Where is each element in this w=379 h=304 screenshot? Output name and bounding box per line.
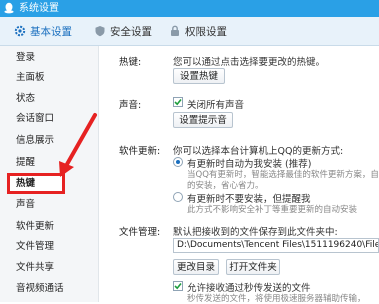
open-folder-button[interactable]: 打开文件夹 xyxy=(226,259,280,275)
sidebar-item-software-update[interactable]: 软件更新 xyxy=(0,217,98,237)
sidebar-item-info-display[interactable]: 信息展示 xyxy=(0,131,98,151)
save-path-field[interactable]: D:\Documents\Tencent Files\1511196240\Fi… xyxy=(173,238,379,253)
sidebar-item-file-management[interactable]: 文件管理 xyxy=(0,237,98,257)
mute-all-sounds-label: 关闭所有声音 xyxy=(187,100,245,111)
hotkey-label: 热键: xyxy=(119,57,142,68)
sidebar-item-main-panel[interactable]: 主面板 xyxy=(0,68,98,88)
notify-only-radio[interactable] xyxy=(173,192,183,202)
sidebar-item-hotkey[interactable]: 热键 xyxy=(7,173,65,194)
file-save-description: 默认把接收到的文件保存到此文件夹中: xyxy=(173,227,338,238)
lock-icon xyxy=(171,25,179,36)
sidebar: 登录 主面板 状态 会话窗口 信息展示 提醒 热键 声音 软件更新 文件管理 文… xyxy=(0,46,99,302)
sidebar-item-login[interactable]: 登录 xyxy=(0,48,98,68)
sound-label: 声音: xyxy=(119,100,142,111)
instant-transfer-sub: 秒传发送的文件，将使用极速服务器辅助传输， xyxy=(187,294,366,304)
qq-logo-icon xyxy=(4,2,14,14)
hotkey-description: 您可以通过点击选择要更改的热键。 xyxy=(173,57,326,68)
shield-icon xyxy=(95,26,105,37)
mute-all-sounds-checkbox[interactable] xyxy=(173,97,183,107)
sidebar-item-sound[interactable]: 声音 xyxy=(0,195,98,215)
checkmark-icon xyxy=(174,282,182,290)
update-label: 软件更新: xyxy=(119,146,161,157)
update-description: 你可以选择本台计算机上QQ的更新方式: xyxy=(173,146,344,157)
tab-bar: 基本设置 安全设置 权限设置 xyxy=(0,17,379,46)
tab-label: 安全设置 xyxy=(110,25,152,38)
notify-only-sub: 此方式不影响安全补丁等重要更新的自动安装 xyxy=(187,205,358,215)
sidebar-item-chat-window[interactable]: 会话窗口 xyxy=(0,109,98,129)
title-bar: 系统设置 xyxy=(0,0,379,17)
file-management-label: 文件管理: xyxy=(119,227,161,238)
gear-icon xyxy=(14,25,26,37)
tab-security-settings[interactable]: 安全设置 xyxy=(94,17,152,45)
sidebar-item-status[interactable]: 状态 xyxy=(0,89,98,109)
tab-permission-settings[interactable]: 权限设置 xyxy=(169,17,227,45)
settings-content: 热键: 您可以通过点击选择要更改的热键。 设置热键 声音: 关闭所有声音 设置提… xyxy=(99,46,379,304)
set-alert-sound-button[interactable]: 设置提示音 xyxy=(173,112,233,128)
change-directory-button[interactable]: 更改目录 xyxy=(173,259,219,275)
tab-label: 权限设置 xyxy=(185,25,227,38)
window-title: 系统设置 xyxy=(19,3,59,14)
tab-label: 基本设置 xyxy=(30,25,72,38)
sidebar-item-reminder[interactable]: 提醒 xyxy=(0,153,98,173)
sidebar-item-file-sharing[interactable]: 文件共享 xyxy=(0,258,98,278)
sidebar-item-av-call[interactable]: 音视频通话 xyxy=(0,279,98,299)
allow-instant-transfer-checkbox[interactable] xyxy=(173,281,183,291)
auto-install-radio[interactable] xyxy=(173,157,183,167)
radio-selected-dot xyxy=(176,160,180,164)
checkmark-icon xyxy=(174,98,182,106)
set-hotkey-button[interactable]: 设置热键 xyxy=(173,68,225,84)
tab-basic-settings[interactable]: 基本设置 xyxy=(14,17,72,45)
auto-install-sub2: 的安装，省心省力。 xyxy=(187,181,264,191)
